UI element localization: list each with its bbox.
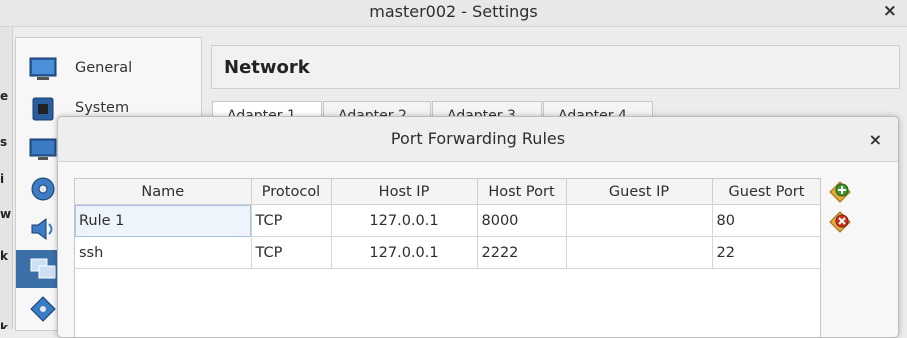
edge-glyph: k <box>0 249 8 263</box>
dialog-titlebar: Port Forwarding Rules × <box>58 117 898 162</box>
rule-guest-port-cell[interactable]: 80 <box>712 204 820 237</box>
rules-table: Name Protocol Host IP Host Port Guest IP… <box>74 178 821 337</box>
port-forwarding-dialog: Port Forwarding Rules × Name Protocol Ho… <box>57 116 899 338</box>
dialog-close-button[interactable]: × <box>869 130 882 149</box>
network-icon <box>30 258 56 279</box>
column-header-name[interactable]: Name <box>75 179 252 205</box>
usb-icon <box>30 296 56 322</box>
table-row[interactable]: Rule 1 TCP 127.0.0.1 8000 80 <box>75 204 820 237</box>
storage-icon <box>31 177 55 201</box>
audio-icon <box>31 218 53 240</box>
window-titlebar: master002 - Settings × <box>0 0 907 27</box>
rule-host-port-cell[interactable]: 8000 <box>477 204 567 237</box>
rule-host-ip-cell[interactable]: 127.0.0.1 <box>331 204 478 237</box>
edge-glyph: e <box>0 89 9 103</box>
edge-glyph: s <box>0 135 8 149</box>
dialog-title: Port Forwarding Rules <box>390 129 566 148</box>
section-title: Network <box>224 57 310 78</box>
edge-glyph: k <box>0 321 8 329</box>
column-header-guest-port[interactable]: Guest Port <box>712 179 820 205</box>
column-header-host-port[interactable]: Host Port <box>477 179 567 205</box>
rule-guest-ip-cell[interactable] <box>566 204 713 237</box>
column-header-protocol[interactable]: Protocol <box>251 179 332 205</box>
rule-protocol-cell[interactable]: TCP <box>251 204 332 237</box>
background-window-edge: e s i w k k <box>0 27 13 329</box>
rule-guest-port-cell[interactable]: 22 <box>712 236 820 269</box>
table-header-row: Name Protocol Host IP Host Port Guest IP… <box>75 179 820 205</box>
rule-protocol-cell[interactable]: TCP <box>251 236 332 269</box>
rule-host-ip-cell[interactable]: 127.0.0.1 <box>331 236 478 269</box>
edge-glyph: w <box>0 207 12 221</box>
column-header-guest-ip[interactable]: Guest IP <box>566 179 713 205</box>
rule-guest-ip-cell[interactable] <box>566 236 713 269</box>
add-rule-icon[interactable] <box>829 181 851 203</box>
rule-name-cell[interactable]: Rule 1 <box>75 204 252 237</box>
system-icon <box>32 97 54 121</box>
display-icon <box>29 138 57 160</box>
window-title: master002 - Settings <box>369 2 538 21</box>
table-row[interactable]: ssh TCP 127.0.0.1 2222 22 <box>75 236 820 269</box>
rule-name-cell[interactable]: ssh <box>75 236 252 269</box>
rule-host-port-cell[interactable]: 2222 <box>477 236 567 269</box>
column-header-host-ip[interactable]: Host IP <box>331 179 478 205</box>
edge-glyph: i <box>0 172 5 186</box>
sidebar-item-label: General <box>75 60 133 76</box>
section-header: Network <box>211 45 900 89</box>
general-icon <box>29 57 57 80</box>
sidebar-item-general[interactable]: General <box>16 50 201 88</box>
sidebar-item-label: System <box>75 100 130 116</box>
remove-rule-icon[interactable] <box>829 211 851 233</box>
window-close-button[interactable]: × <box>883 1 897 21</box>
